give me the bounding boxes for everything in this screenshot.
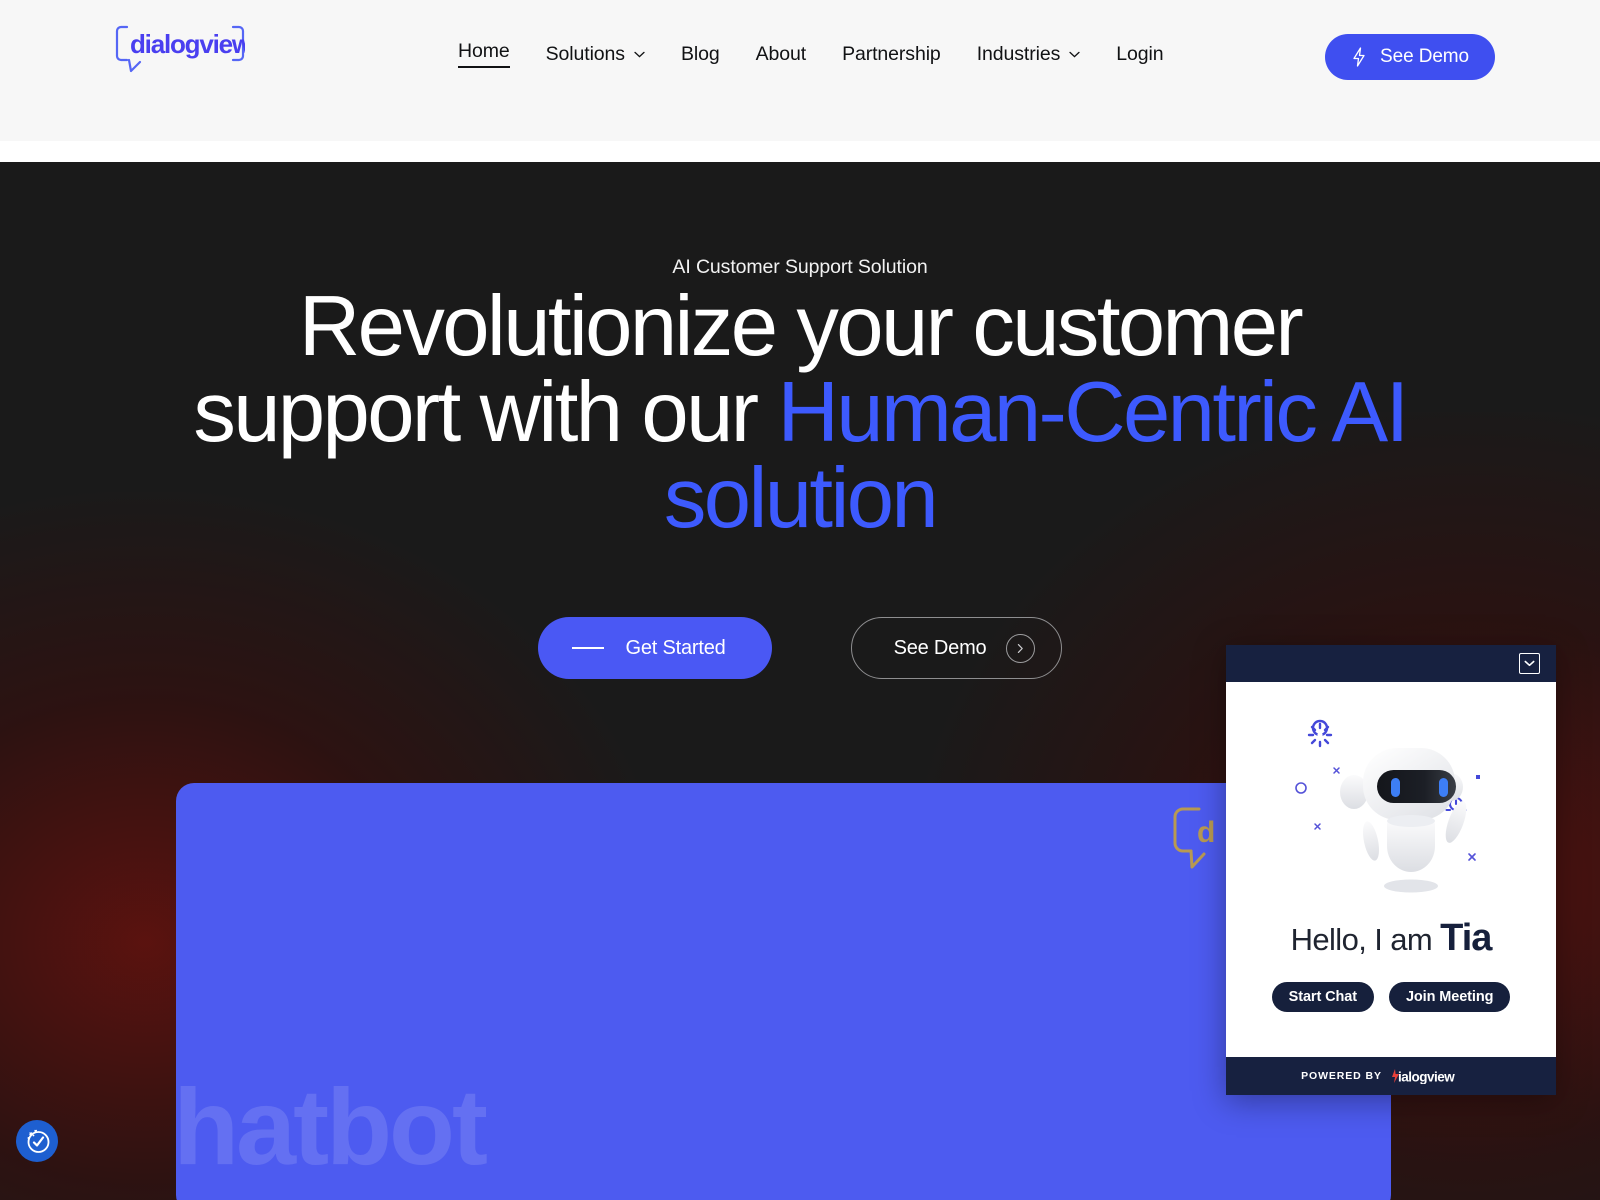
panel-speech-bubble-icon: d [1171, 805, 1233, 885]
svg-text:d: d [1197, 816, 1215, 849]
nav-item-home[interactable]: Home [440, 40, 528, 68]
nav-label: Login [1116, 42, 1164, 65]
chat-greeting-name: Tia [1440, 917, 1492, 959]
hero-see-demo-button[interactable]: See Demo [850, 617, 1063, 679]
nav-item-blog[interactable]: Blog [663, 43, 738, 66]
dialogview-footer-logo-icon: ialogview [1391, 1069, 1456, 1085]
nav-label: Solutions [545, 42, 625, 65]
nav-item-about[interactable]: About [738, 43, 824, 66]
accessibility-check-icon [27, 1129, 50, 1153]
chat-action-buttons: Start Chat Join Meeting [1271, 982, 1511, 1012]
get-started-label: Get Started [625, 636, 726, 659]
nav-label: Partnership [842, 42, 941, 65]
start-chat-button[interactable]: Start Chat [1271, 982, 1374, 1012]
header-see-demo-label: See Demo [1380, 46, 1469, 67]
chatbot-feature-panel: chatbot d [176, 783, 1391, 1200]
hero-eyebrow: AI Customer Support Solution [672, 256, 928, 278]
chevron-down-icon [634, 51, 645, 58]
nav-item-login[interactable]: Login [1098, 43, 1181, 66]
svg-text:dialogview: dialogview [130, 29, 245, 59]
chevron-down-icon [1069, 51, 1080, 58]
nav-label: Industries [976, 42, 1061, 65]
get-started-button[interactable]: Get Started [537, 617, 772, 679]
brand-logo[interactable]: dialogview [115, 24, 245, 79]
hero-see-demo-label: See Demo [893, 636, 987, 659]
hero-cta-row: Get Started See Demo [0, 617, 1600, 679]
nav-item-solutions[interactable]: Solutions [528, 43, 663, 66]
nav-label: Home [458, 40, 510, 68]
arrow-right-circle-icon [1006, 633, 1036, 663]
nav-label: About [755, 42, 807, 65]
page-root: dialogview Home Solutions Blog About Par… [0, 0, 1600, 1200]
nav-label: Blog [680, 42, 720, 65]
robot-avatar-illustration [1291, 710, 1491, 905]
dash-icon [571, 647, 604, 649]
nav-item-industries[interactable]: Industries [959, 43, 1099, 66]
site-header: dialogview Home Solutions Blog About Par… [0, 0, 1600, 141]
chat-widget-body: Hello, I am Tia Start Chat Join Meeting [1226, 682, 1556, 1057]
accessibility-widget-button[interactable] [16, 1120, 58, 1162]
main-navigation: Home Solutions Blog About Partnership In… [440, 40, 1181, 68]
lightning-bolt-icon [1351, 47, 1367, 67]
chat-widget: Hello, I am Tia Start Chat Join Meeting … [1226, 645, 1556, 1095]
chat-widget-footer: POWERED BY ialogview [1226, 1057, 1556, 1095]
dialogview-logo-icon: dialogview [115, 25, 245, 73]
hero-headline: Revolutionize your customer support with… [0, 284, 1600, 542]
header-see-demo-button[interactable]: See Demo [1325, 34, 1495, 80]
panel-watermark-text: chatbot [176, 1066, 488, 1187]
nav-item-partnership[interactable]: Partnership [824, 43, 959, 66]
powered-by-label: POWERED BY [1301, 1070, 1382, 1082]
join-meeting-button[interactable]: Join Meeting [1388, 982, 1511, 1012]
chat-greeting-prefix: Hello, I am [1290, 922, 1441, 957]
chat-greeting: Hello, I am Tia [1290, 917, 1493, 960]
svg-text:ialogview: ialogview [1398, 1070, 1455, 1085]
